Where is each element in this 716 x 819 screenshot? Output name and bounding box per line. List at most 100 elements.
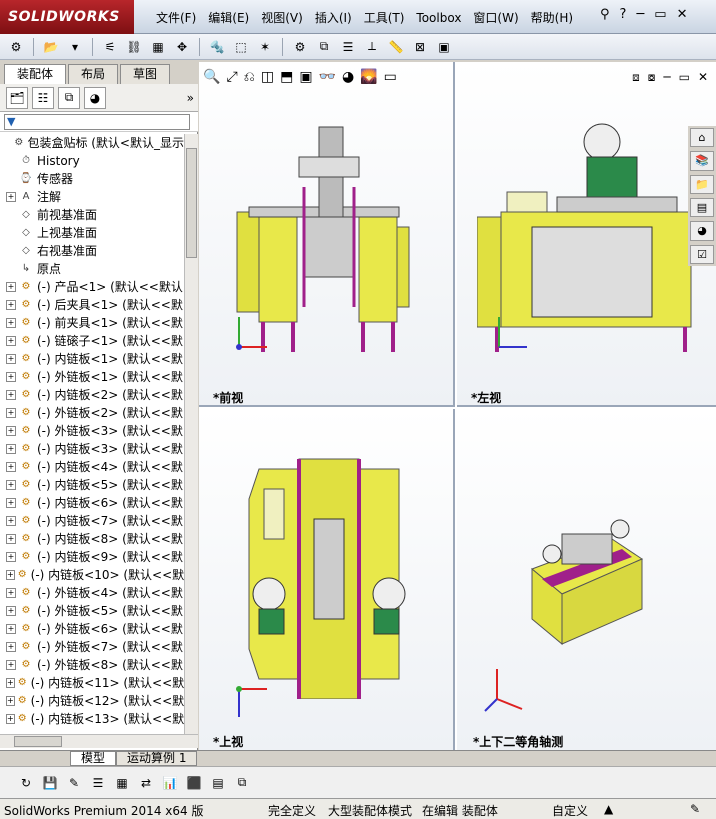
section-icon[interactable]: ◫ [261,69,274,85]
expand-icon[interactable]: + [6,606,16,616]
menu-toolbox[interactable]: Toolbox [410,9,467,27]
save-as-icon[interactable]: ⧉ [232,774,252,792]
tree-node[interactable]: + ⚙ (-) 外链板<8> (默认<<默 [0,656,184,674]
bill-of-materials-icon[interactable]: ☰ [338,38,358,56]
expand-icon[interactable]: + [6,624,16,634]
tree-node[interactable]: + ⚙ (-) 外链板<7> (默认<<默 [0,638,184,656]
pin-icon[interactable]: ⚲ [600,7,610,22]
expand-icon[interactable]: + [6,498,16,508]
home-icon[interactable]: ⌂ [690,128,714,148]
rebuild-icon[interactable]: ▾ [65,38,85,56]
expand-icon[interactable]: + [6,426,16,436]
tree-node[interactable]: + ⚙ (-) 内链板<6> (默认<<默 [0,494,184,512]
smart-fastener-icon[interactable]: 🔩 [207,38,227,56]
tree-node[interactable]: + ⚙ (-) 内链板<13> (默认<<默 [0,710,184,728]
tree-node[interactable]: + ⚙ (-) 内链板<3> (默认<<默 [0,440,184,458]
expand-icon[interactable]: + [6,696,15,706]
tree-node[interactable]: + ⚙ (-) 链磙子<1> (默认<<默 [0,332,184,350]
expand-arrows-icon[interactable]: » [187,91,194,105]
minimize-icon[interactable]: ─ [663,70,670,85]
tree-node[interactable]: + ⚙ (-) 外链板<1> (默认<<默 [0,368,184,386]
save-icon[interactable]: 💾 [40,774,60,792]
tree-node[interactable]: + ⚙ (-) 内链板<2> (默认<<默 [0,386,184,404]
feature-tree-icon[interactable]: 🗂 [6,86,28,109]
expand-icon[interactable]: + [6,516,16,526]
list-icon[interactable]: ☰ [88,774,108,792]
tree-node[interactable]: ⏱ History [0,152,184,170]
tree-node[interactable]: + ⚙ (-) 内链板<10> (默认<<默 [0,566,184,584]
tree-node[interactable]: ◇ 右视基准面 [0,242,184,260]
expand-icon[interactable]: + [6,408,16,418]
scrollbar-thumb[interactable] [14,736,62,747]
expand-icon[interactable]: + [6,570,15,580]
status-units[interactable]: 自定义 [552,802,588,819]
tree-node[interactable]: + ⚙ (-) 内链板<1> (默认<<默 [0,350,184,368]
menu-file[interactable]: 文件(F) [150,9,202,27]
view-orientation-icon[interactable]: ⬒ [280,69,293,85]
custom-properties-icon[interactable]: ☑ [690,244,714,264]
expand-icon[interactable]: + [6,534,16,544]
tree-node[interactable]: ⚙ 包装盒贴标 (默认<默认_显示 [0,134,184,152]
expand-icon[interactable]: + [6,354,16,364]
menu-window[interactable]: 窗口(W) [467,9,524,27]
tree-node[interactable]: + ⚙ (-) 内链板<4> (默认<<默 [0,458,184,476]
menu-edit[interactable]: 编辑(E) [202,9,255,27]
tree-node[interactable]: + ⚙ (-) 内链板<9> (默认<<默 [0,548,184,566]
section-view-icon[interactable]: ⟂ [362,38,382,56]
expand-icon[interactable]: + [6,372,16,382]
viewport-isometric[interactable]: *上下二等角轴测 [457,409,716,750]
display-manager-icon[interactable]: ◕ [84,86,106,109]
scrollbar-thumb[interactable] [186,148,197,258]
cube-icon[interactable]: ⬛ [184,774,204,792]
display-style-icon[interactable]: ▣ [299,69,312,85]
tree-node[interactable]: + ⚙ (-) 内链板<5> (默认<<默 [0,476,184,494]
rebuild-icon[interactable]: ↻ [16,774,36,792]
move-component-icon[interactable]: ✥ [172,38,192,56]
expand-icon[interactable]: + [6,642,16,652]
tree-node[interactable]: ◇ 上视基准面 [0,224,184,242]
appearances-icon[interactable]: ◕ [690,221,714,241]
mate-icon[interactable]: ⛓ [124,38,144,56]
file-explorer-icon[interactable]: 📁 [690,174,714,194]
tree-node[interactable]: + ⚙ (-) 外链板<3> (默认<<默 [0,422,184,440]
expand-icon[interactable]: + [6,336,16,346]
tab-sketch[interactable]: 草图 [120,64,171,84]
tree-horizontal-scrollbar[interactable] [0,734,198,748]
reference-geometry-icon[interactable]: ✶ [255,38,275,56]
restore-icon[interactable]: ▭ [654,7,666,22]
tree-node[interactable]: ⌚ 传感器 [0,170,184,188]
open-icon[interactable]: 📂 [41,38,61,56]
expand-icon[interactable]: + [6,462,16,472]
insert-component-icon[interactable]: ⚟ [100,38,120,56]
expand-icon[interactable]: + [6,192,16,202]
tree-node[interactable]: + ⚙ (-) 外链板<6> (默认<<默 [0,620,184,638]
expand-icon[interactable]: + [6,660,16,670]
expand-icon[interactable]: + [6,282,16,292]
tree-node[interactable]: + ⚙ (-) 后夹具<1> (默认<<默 [0,296,184,314]
appearance-icon[interactable]: ◕ [342,69,354,85]
restore-icon[interactable]: ▭ [679,70,690,85]
expand-icon[interactable]: + [6,552,16,562]
tree-node[interactable]: + ⚙ (-) 内链板<8> (默认<<默 [0,530,184,548]
gear-icon[interactable]: ⚙ [290,38,310,56]
table-icon[interactable]: ▤ [208,774,228,792]
expand-icon[interactable]: + [6,588,16,598]
expand-icon[interactable]: + [6,714,15,724]
filter-input[interactable]: ▼ [4,114,190,130]
assembly-icon[interactable]: ⚙ [6,38,26,56]
tree-node[interactable]: + ⚙ (-) 内链板<11> (默认<<默 [0,674,184,692]
unlink-views-icon[interactable]: ⧇ [648,70,656,85]
tab-motion-study[interactable]: 运动算例 1 [116,751,198,766]
property-manager-icon[interactable]: ☷ [32,86,54,109]
menu-tools[interactable]: 工具(T) [358,9,411,27]
tree-node[interactable]: + ⚙ (-) 内链板<7> (默认<<默 [0,512,184,530]
expand-icon[interactable]: + [6,678,15,688]
scene-icon[interactable]: 🌄 [360,69,377,85]
viewport-top[interactable]: *上视 [199,409,455,750]
tree-node[interactable]: + ⚙ (-) 外链板<5> (默认<<默 [0,602,184,620]
close-icon[interactable]: ✕ [698,70,708,85]
tree-vertical-scrollbar[interactable] [184,134,198,734]
rebuild-status-icon[interactable]: ✎ [690,802,700,816]
options-icon[interactable]: ▣ [434,38,454,56]
grid-icon[interactable]: ▦ [112,774,132,792]
